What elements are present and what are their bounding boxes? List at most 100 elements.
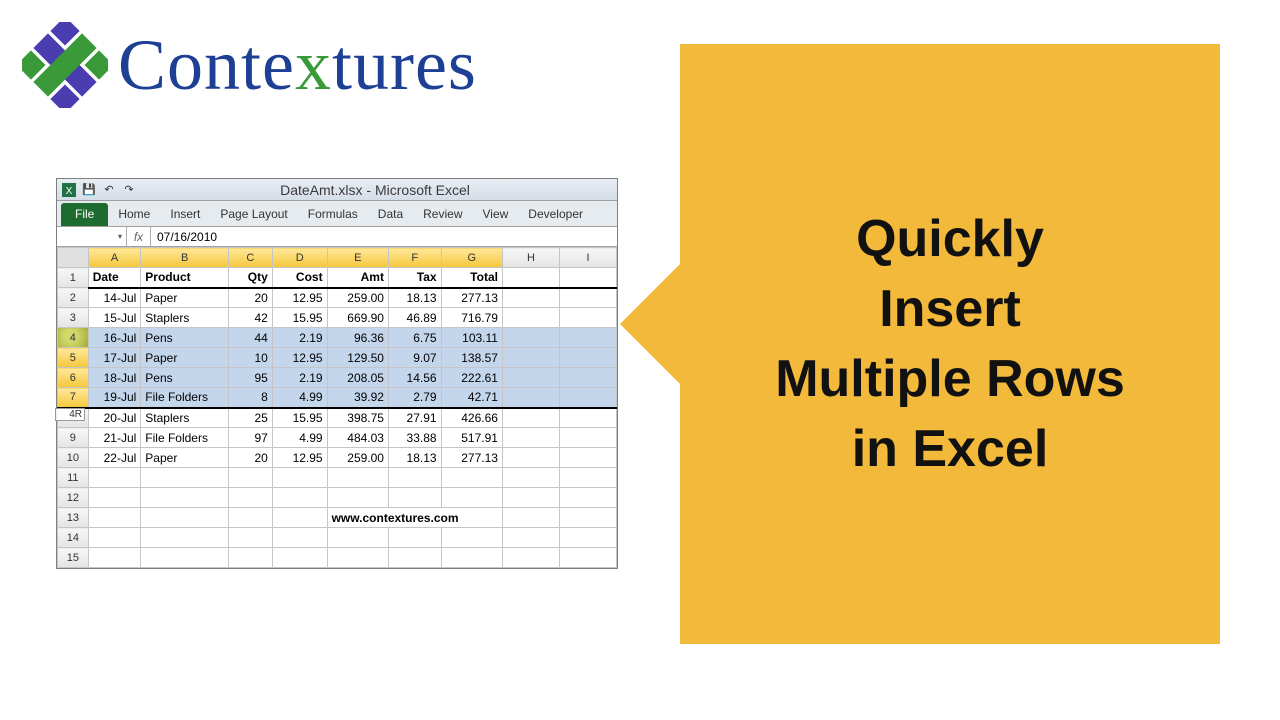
cell[interactable]: 6.75 bbox=[388, 328, 441, 348]
cell[interactable] bbox=[388, 528, 441, 548]
header-cell[interactable]: Date bbox=[88, 268, 141, 288]
cell[interactable] bbox=[559, 528, 616, 548]
cell[interactable] bbox=[388, 468, 441, 488]
col-header-A[interactable]: A bbox=[88, 248, 141, 268]
cell[interactable] bbox=[141, 468, 229, 488]
cell[interactable] bbox=[388, 488, 441, 508]
cell[interactable] bbox=[228, 508, 272, 528]
cell[interactable]: 4.99 bbox=[272, 388, 327, 408]
header-cell[interactable]: Amt bbox=[327, 268, 388, 288]
tab-file[interactable]: File bbox=[61, 203, 108, 226]
tab-insert[interactable]: Insert bbox=[160, 203, 210, 226]
formula-input[interactable]: 07/16/2010 bbox=[151, 230, 617, 244]
row-header[interactable]: 2 bbox=[58, 288, 89, 308]
cell[interactable] bbox=[502, 468, 559, 488]
cell[interactable] bbox=[559, 388, 616, 408]
cell[interactable] bbox=[502, 328, 559, 348]
cell[interactable]: 12.95 bbox=[272, 288, 327, 308]
row-header[interactable]: 4 bbox=[58, 328, 89, 348]
cell[interactable]: 2.19 bbox=[272, 328, 327, 348]
header-cell[interactable]: Qty bbox=[228, 268, 272, 288]
cell[interactable]: 97 bbox=[228, 428, 272, 448]
cell[interactable] bbox=[559, 328, 616, 348]
cell[interactable]: 4.99 bbox=[272, 428, 327, 448]
header-cell[interactable] bbox=[502, 268, 559, 288]
cell[interactable]: 46.89 bbox=[388, 308, 441, 328]
cell[interactable] bbox=[502, 308, 559, 328]
cell[interactable] bbox=[272, 528, 327, 548]
cell[interactable] bbox=[559, 288, 616, 308]
cell[interactable]: 15.95 bbox=[272, 308, 327, 328]
cell[interactable] bbox=[141, 528, 229, 548]
cell[interactable] bbox=[559, 308, 616, 328]
undo-icon[interactable]: ↶ bbox=[101, 182, 117, 198]
col-header-H[interactable]: H bbox=[502, 248, 559, 268]
cell[interactable] bbox=[441, 488, 502, 508]
row-header[interactable]: 13 bbox=[58, 508, 89, 528]
cell[interactable] bbox=[502, 368, 559, 388]
cell[interactable] bbox=[559, 368, 616, 388]
cell[interactable]: 17-Jul bbox=[88, 348, 141, 368]
cell[interactable]: 20-Jul bbox=[88, 408, 141, 428]
cell[interactable]: 20 bbox=[228, 288, 272, 308]
tab-view[interactable]: View bbox=[473, 203, 519, 226]
cell[interactable]: 259.00 bbox=[327, 448, 388, 468]
cell[interactable]: Pens bbox=[141, 328, 229, 348]
cell[interactable] bbox=[88, 528, 141, 548]
col-header-F[interactable]: F bbox=[388, 248, 441, 268]
header-cell[interactable]: Cost bbox=[272, 268, 327, 288]
cell[interactable]: 10 bbox=[228, 348, 272, 368]
col-header-E[interactable]: E bbox=[327, 248, 388, 268]
cell[interactable]: 18-Jul bbox=[88, 368, 141, 388]
row-header[interactable]: 14 bbox=[58, 528, 89, 548]
cell[interactable]: 208.05 bbox=[327, 368, 388, 388]
cell[interactable]: 277.13 bbox=[441, 448, 502, 468]
cell[interactable] bbox=[502, 448, 559, 468]
cell[interactable]: www.contextures.com bbox=[327, 508, 502, 528]
row-header[interactable]: 11 bbox=[58, 468, 89, 488]
select-all-corner[interactable] bbox=[58, 248, 89, 268]
cell[interactable]: 222.61 bbox=[441, 368, 502, 388]
cell[interactable]: 9.07 bbox=[388, 348, 441, 368]
cell[interactable]: File Folders bbox=[141, 388, 229, 408]
cell[interactable]: 8 bbox=[228, 388, 272, 408]
cell[interactable]: 669.90 bbox=[327, 308, 388, 328]
cell[interactable]: 277.13 bbox=[441, 288, 502, 308]
cell[interactable]: 138.57 bbox=[441, 348, 502, 368]
cell[interactable] bbox=[272, 508, 327, 528]
cell[interactable] bbox=[502, 288, 559, 308]
row-header[interactable]: 12 bbox=[58, 488, 89, 508]
cell[interactable]: 14-Jul bbox=[88, 288, 141, 308]
row-header[interactable]: 6 bbox=[58, 368, 89, 388]
header-cell[interactable]: Tax bbox=[388, 268, 441, 288]
cell[interactable]: 14.56 bbox=[388, 368, 441, 388]
cell[interactable]: 16-Jul bbox=[88, 328, 141, 348]
cell[interactable]: 129.50 bbox=[327, 348, 388, 368]
header-cell[interactable]: Total bbox=[441, 268, 502, 288]
row-header[interactable]: 7 bbox=[58, 388, 89, 408]
col-header-I[interactable]: I bbox=[559, 248, 616, 268]
cell[interactable] bbox=[559, 548, 616, 568]
cell[interactable]: Paper bbox=[141, 348, 229, 368]
cell[interactable] bbox=[272, 548, 327, 568]
cell[interactable]: 22-Jul bbox=[88, 448, 141, 468]
tab-developer[interactable]: Developer bbox=[518, 203, 593, 226]
cell[interactable] bbox=[228, 528, 272, 548]
row-header[interactable]: 9 bbox=[58, 428, 89, 448]
cell[interactable]: 95 bbox=[228, 368, 272, 388]
col-header-D[interactable]: D bbox=[272, 248, 327, 268]
cell[interactable]: 398.75 bbox=[327, 408, 388, 428]
row-header[interactable]: 5 bbox=[58, 348, 89, 368]
tab-review[interactable]: Review bbox=[413, 203, 472, 226]
cell[interactable] bbox=[559, 448, 616, 468]
cell[interactable]: 259.00 bbox=[327, 288, 388, 308]
header-cell[interactable] bbox=[559, 268, 616, 288]
cell[interactable] bbox=[441, 468, 502, 488]
cell[interactable] bbox=[559, 428, 616, 448]
cell[interactable] bbox=[559, 488, 616, 508]
cell[interactable] bbox=[502, 528, 559, 548]
col-header-B[interactable]: B bbox=[141, 248, 229, 268]
name-box[interactable]: ▾ bbox=[57, 227, 127, 246]
cell[interactable]: 2.19 bbox=[272, 368, 327, 388]
row-header[interactable]: 10 bbox=[58, 448, 89, 468]
